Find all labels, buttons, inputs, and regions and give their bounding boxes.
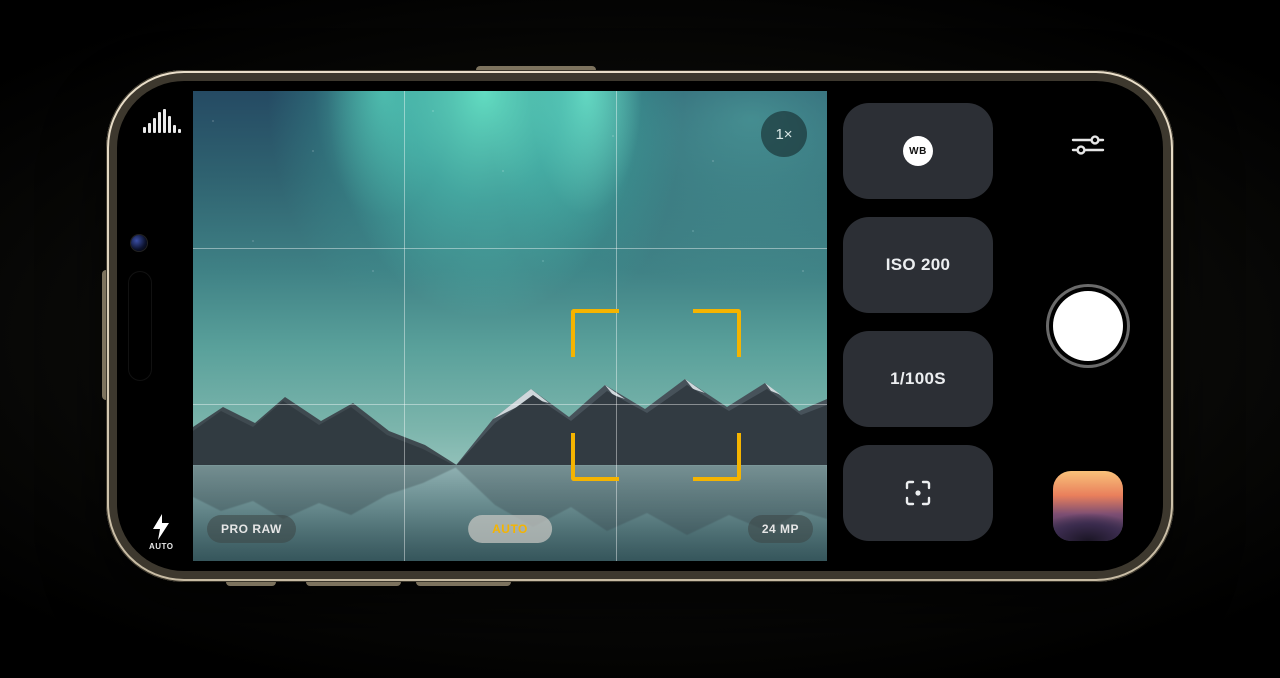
- control-tiles: WB ISO 200 1/100S: [843, 103, 993, 541]
- shutter-button[interactable]: [1053, 291, 1123, 361]
- settings-sliders-button[interactable]: [1071, 133, 1105, 162]
- focus-indicator[interactable]: [571, 309, 741, 481]
- screen: AUTO: [117, 81, 1163, 571]
- flash-icon: [151, 514, 171, 540]
- mode-pill[interactable]: AUTO: [468, 515, 552, 543]
- focus-target-icon: [903, 478, 933, 508]
- last-photo-preview: [1053, 471, 1123, 541]
- camera-app: AUTO: [117, 81, 1163, 571]
- zoom-selector[interactable]: 1×: [761, 111, 807, 157]
- shutter-speed-tile[interactable]: 1/100S: [843, 331, 993, 427]
- wb-icon: WB: [903, 136, 933, 166]
- stage: AUTO: [0, 0, 1280, 678]
- gallery-thumbnail[interactable]: [1053, 471, 1123, 541]
- white-balance-tile[interactable]: WB: [843, 103, 993, 199]
- phone-frame: AUTO: [106, 70, 1174, 582]
- focus-mode-tile[interactable]: [843, 445, 993, 541]
- iso-tile[interactable]: ISO 200: [843, 217, 993, 313]
- iso-label: ISO 200: [886, 255, 950, 275]
- physical-mute-switch: [226, 582, 276, 586]
- resolution-pill[interactable]: 24 MP: [748, 515, 813, 543]
- zoom-label: 1×: [775, 126, 792, 143]
- flash-toggle[interactable]: AUTO: [149, 514, 174, 551]
- physical-power-button: [102, 270, 106, 400]
- flash-mode-label: AUTO: [149, 542, 174, 551]
- format-pill[interactable]: PRO RAW: [207, 515, 296, 543]
- right-column: [1049, 81, 1127, 571]
- viewfinder[interactable]: 1× PRO RAW AUTO 24 MP: [193, 91, 827, 561]
- physical-side-button: [476, 66, 596, 70]
- sliders-icon: [1071, 133, 1105, 157]
- left-status-column: AUTO: [141, 81, 185, 571]
- physical-volume-down: [416, 582, 511, 586]
- physical-volume-up: [306, 582, 401, 586]
- shutter-speed-label: 1/100S: [890, 369, 946, 389]
- histogram-icon[interactable]: [143, 109, 181, 133]
